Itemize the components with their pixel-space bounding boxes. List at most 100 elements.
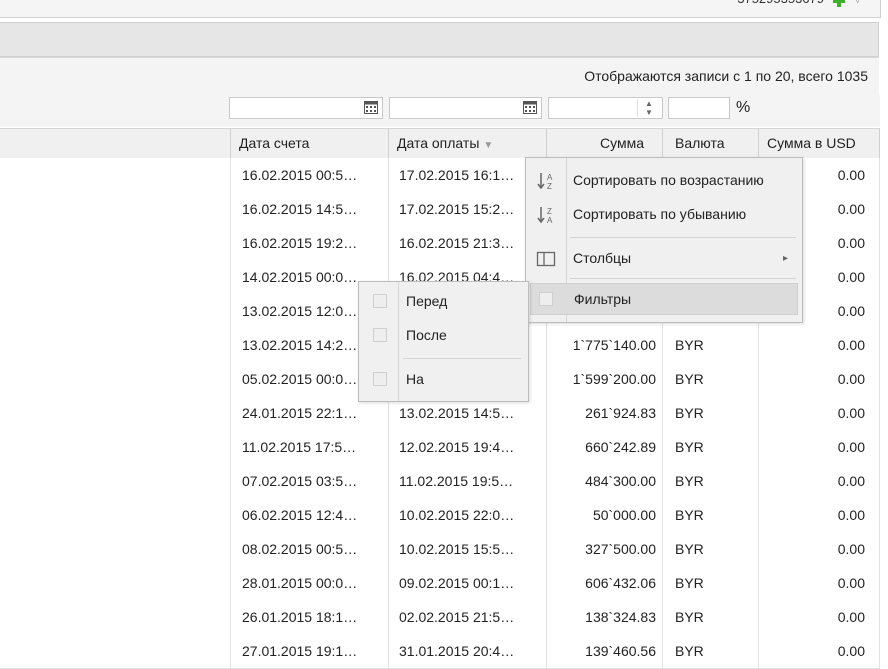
filters-checkbox[interactable]	[539, 292, 553, 306]
menu-item-filters[interactable]: Фильтры	[530, 283, 798, 315]
stepper-down-icon[interactable]: ▼	[638, 108, 660, 117]
submenu-separator	[403, 358, 521, 359]
menu-item-columns[interactable]: Столбцы ▸	[526, 243, 802, 273]
row-cell-blank	[0, 532, 230, 566]
currency-cell: BYR	[662, 464, 758, 498]
table-row[interactable]: 06.02.2015 12:4… 10.02.2015 22:0… 50`000.0…	[0, 498, 880, 533]
invoice-date-cell: 27.01.2015 19:1…	[230, 634, 388, 668]
amount-cell: 50`000.00	[546, 498, 662, 532]
filter-item-label: После	[406, 327, 447, 343]
invoice-date-cell: 16.02.2015 00:5…	[230, 158, 388, 192]
amount-usd-cell: 0.00	[758, 498, 880, 532]
amount-filter-input[interactable]: ▲ ▼	[548, 97, 663, 119]
row-cell-blank	[0, 192, 230, 226]
on-checkbox[interactable]	[373, 372, 387, 386]
menu-item-sort-asc[interactable]: A Z Сортировать по возрастанию	[526, 165, 802, 195]
calendar-icon[interactable]	[364, 101, 378, 114]
row-cell-blank	[0, 328, 230, 362]
sort-icon-letter: A	[547, 173, 553, 182]
amount-cell: 484`300.00	[546, 464, 662, 498]
menu-item-sort-desc[interactable]: Z A Сортировать по убыванию	[526, 199, 802, 229]
table-row[interactable]: 07.02.2015 03:5… 11.02.2015 19:5… 484`300.…	[0, 464, 880, 499]
column-header-label: Дата оплаты	[397, 135, 480, 151]
currency-filter-input[interactable]	[668, 97, 730, 119]
add-icon[interactable]	[832, 0, 846, 8]
filter-item-after[interactable]: После	[359, 320, 528, 350]
row-cell-blank	[0, 396, 230, 430]
payment-date-cell: 16.02.2015 21:3…	[388, 226, 546, 260]
table-row[interactable]: 28.01.2015 00:0… 09.02.2015 00:1… 606`432.…	[0, 566, 880, 601]
column-header-amount-usd[interactable]: Сумма в USD	[758, 129, 880, 158]
table-row[interactable]: 08.02.2015 00:5… 10.02.2015 15:5… 327`500.…	[0, 532, 880, 567]
currency-cell: BYR	[662, 362, 758, 396]
chevron-down-icon[interactable]: ▽	[854, 0, 862, 5]
column-header-amount[interactable]: Сумма	[546, 129, 662, 158]
toolbar-strip	[0, 22, 879, 57]
filter-row: ▲ ▼ %	[0, 95, 880, 127]
calendar-icon[interactable]	[523, 101, 537, 114]
currency-cell: BYR	[662, 328, 758, 362]
amount-cell: 660`242.89	[546, 430, 662, 464]
amount-usd-cell: 0.00	[758, 464, 880, 498]
records-count-text: Отображаются записи с 1 по 20, всего 103…	[584, 68, 868, 84]
invoice-date-cell: 16.02.2015 19:2…	[230, 226, 388, 260]
submenu-arrow-icon: ▸	[782, 253, 788, 264]
invoice-date-filter-input[interactable]	[229, 97, 383, 119]
column-header-label: Дата счета	[239, 135, 310, 151]
payment-date-filter-input[interactable]	[389, 97, 542, 119]
menu-item-label: Столбцы	[573, 250, 632, 266]
invoice-date-cell: 16.02.2015 14:5…	[230, 192, 388, 226]
payment-date-cell: 11.02.2015 19:5…	[388, 464, 546, 498]
amount-usd-cell: 0.00	[758, 328, 880, 362]
filter-item-label: На	[406, 371, 424, 387]
currency-cell: BYR	[662, 532, 758, 566]
amount-cell: 1`599`200.00	[546, 362, 662, 396]
row-cell-blank	[0, 260, 230, 294]
amount-stepper[interactable]: ▲ ▼	[637, 99, 660, 117]
table-row[interactable]: 11.02.2015 17:5… 12.02.2015 19:4… 660`242.…	[0, 430, 880, 465]
currency-cell: BYR	[662, 430, 758, 464]
column-header-label: Сумма	[600, 135, 644, 151]
row-cell-blank	[0, 430, 230, 464]
payment-date-cell: 17.02.2015 16:1…	[388, 158, 546, 192]
column-header-currency[interactable]: Валюта	[662, 129, 758, 158]
row-cell-blank	[0, 600, 230, 634]
row-cell-blank	[0, 566, 230, 600]
table-row[interactable]: 26.01.2015 18:1… 02.02.2015 21:5… 138`324.…	[0, 600, 880, 635]
filter-item-on[interactable]: На	[359, 364, 528, 394]
currency-cell: BYR	[662, 634, 758, 668]
columns-icon	[536, 251, 556, 267]
column-header-label: Валюта	[675, 135, 725, 151]
column-header-invoice-date[interactable]: Дата счета	[230, 129, 388, 158]
amount-cell: 138`324.83	[546, 600, 662, 634]
payment-date-cell: 10.02.2015 22:0…	[388, 498, 546, 532]
currency-cell: BYR	[662, 566, 758, 600]
payment-date-cell: 12.02.2015 19:4…	[388, 430, 546, 464]
invoice-date-cell: 07.02.2015 03:5…	[230, 464, 388, 498]
menu-separator	[570, 237, 796, 238]
payment-date-cell: 10.02.2015 15:5…	[388, 532, 546, 566]
stepper-up-icon[interactable]: ▲	[638, 99, 660, 108]
table-row[interactable]: 27.01.2015 19:1… 31.01.2015 20:4… 139`460.…	[0, 634, 880, 669]
before-checkbox[interactable]	[373, 294, 387, 308]
after-checkbox[interactable]	[373, 328, 387, 342]
payment-date-cell: 02.02.2015 21:5…	[388, 600, 546, 634]
sort-descending-icon: Z A	[537, 207, 553, 225]
row-cell-blank	[0, 362, 230, 396]
menu-separator	[570, 278, 796, 279]
column-context-menu: A Z Сортировать по возрастанию Z A Сорти…	[525, 157, 803, 323]
paging-info-bar: Отображаются записи с 1 по 20, всего 103…	[0, 57, 879, 96]
row-cell-blank	[0, 498, 230, 532]
currency-cell: BYR	[662, 396, 758, 430]
menu-item-label: Сортировать по убыванию	[573, 206, 747, 222]
header-cell-empty[interactable]	[0, 129, 230, 158]
currency-cell: BYR	[662, 498, 758, 532]
amount-usd-cell: 0.00	[758, 600, 880, 634]
amount-cell: 139`460.56	[546, 634, 662, 668]
filter-item-before[interactable]: Перед	[359, 286, 528, 316]
sort-ascending-icon: A Z	[537, 173, 553, 191]
column-header-payment-date[interactable]: Дата оплаты ▼	[388, 129, 546, 158]
table-header: Дата счета Дата оплаты ▼ Сумма Валюта Сум…	[0, 128, 880, 159]
percent-label: %	[736, 99, 751, 116]
row-cell-blank	[0, 464, 230, 498]
